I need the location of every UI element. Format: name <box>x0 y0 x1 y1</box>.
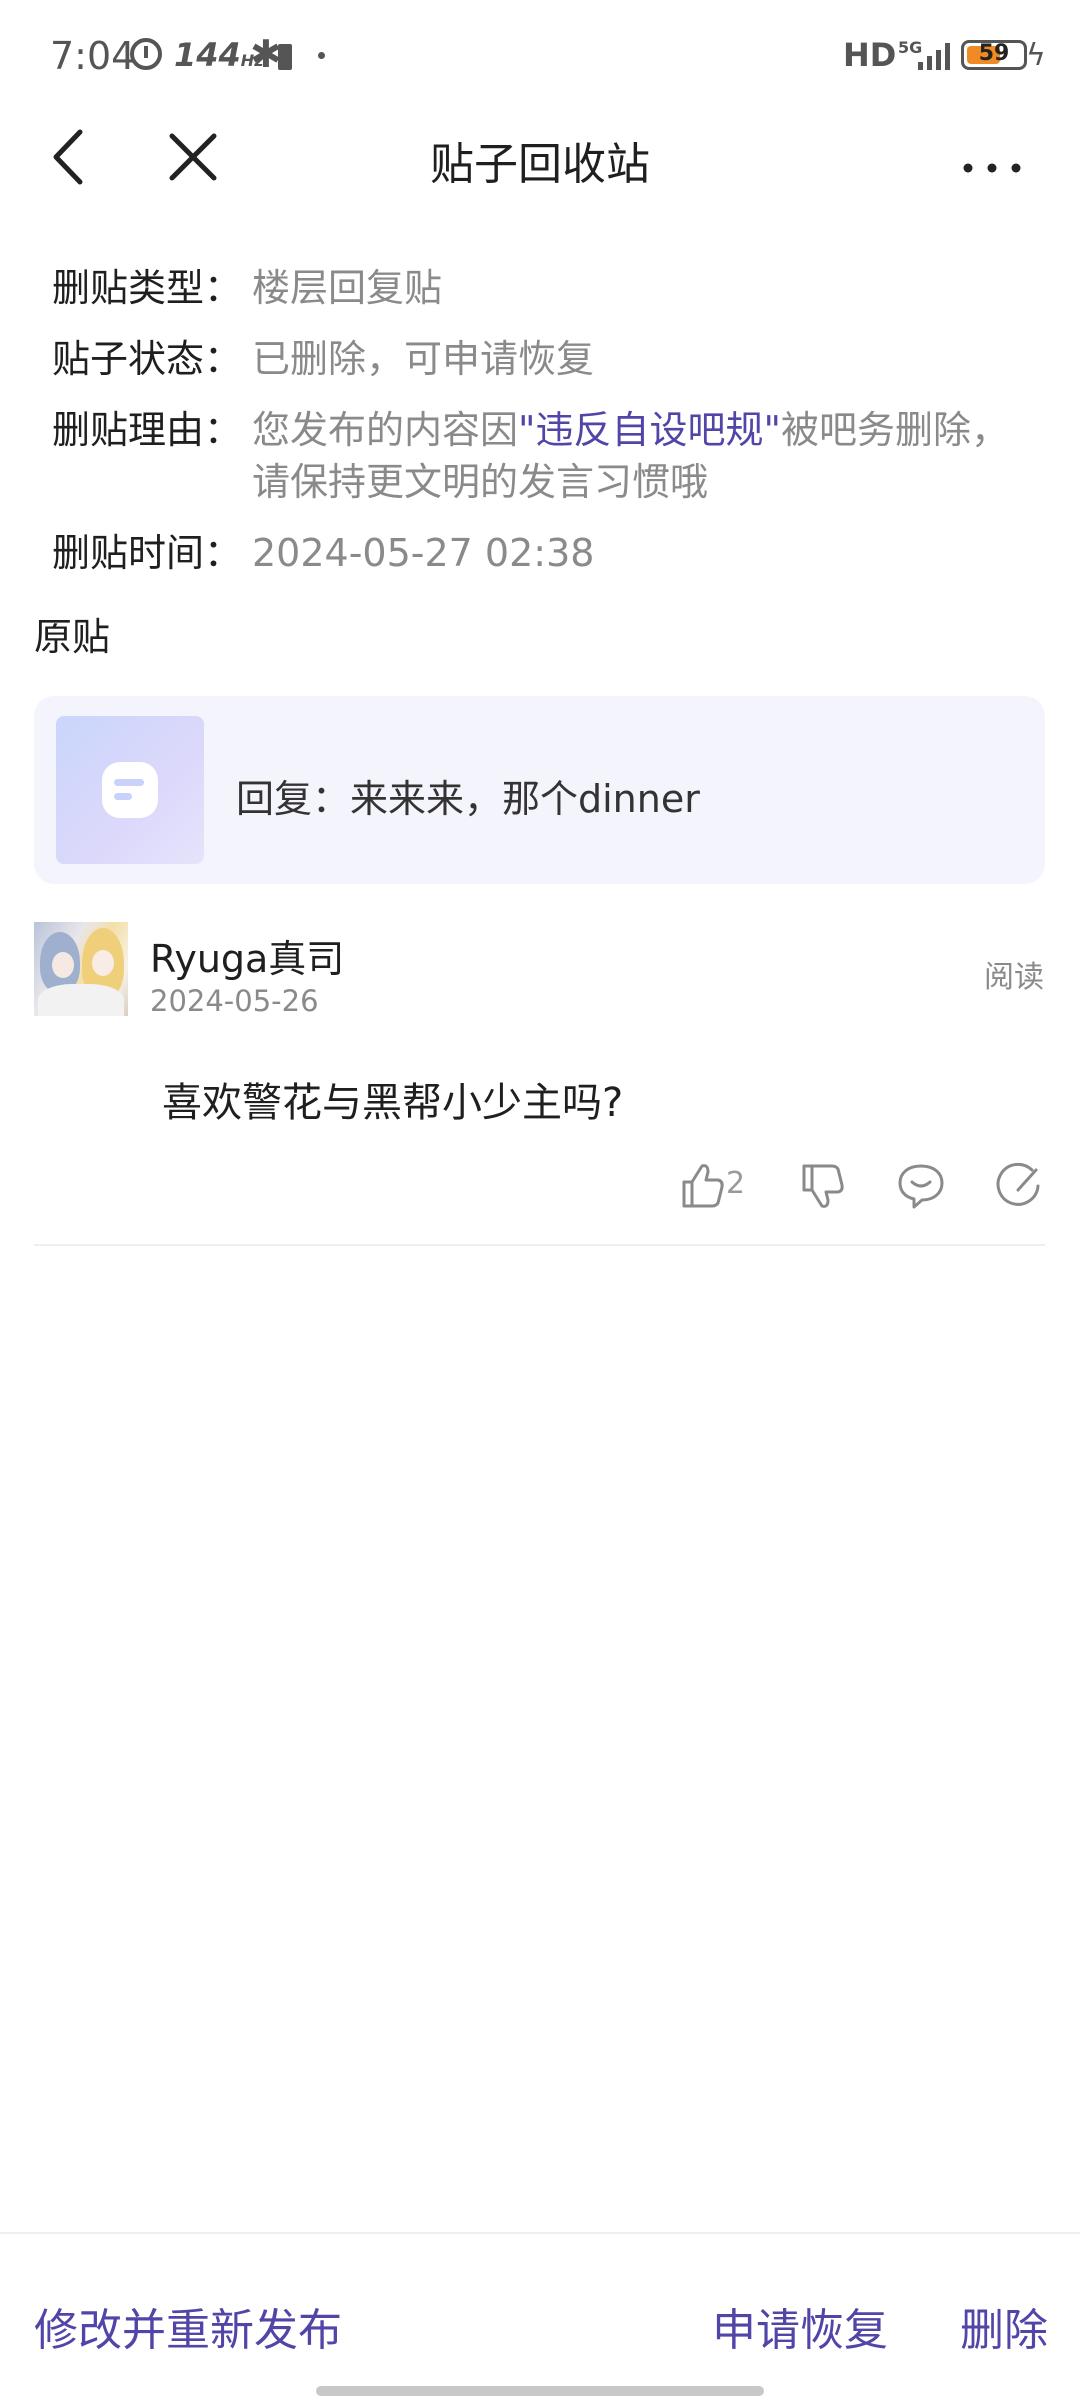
type-label: 删贴类型： <box>52 266 243 310</box>
thumbs-down-icon[interactable] <box>800 1160 846 1212</box>
edit-republish-button[interactable]: 修改并重新发布 <box>34 2294 342 2358</box>
avatar[interactable] <box>34 922 128 1016</box>
home-indicator[interactable] <box>316 2386 764 2396</box>
reason-label: 删贴理由： <box>52 408 243 452</box>
divider <box>34 1244 1045 1246</box>
notification-dot-icon <box>318 52 325 59</box>
network-hd: HD <box>843 36 897 74</box>
battery-icon: 59 <box>961 40 1027 70</box>
request-restore-button[interactable]: 申请恢复 <box>712 2294 888 2358</box>
read-button[interactable]: 阅读 <box>984 952 1044 996</box>
status-value: 已删除，可申请恢复 <box>252 337 595 381</box>
info-row-status: 贴子状态： 已删除，可申请恢复 <box>52 333 1042 385</box>
delete-button[interactable]: 删除 <box>960 2294 1048 2358</box>
bottom-action-bar: 修改并重新发布 申请恢复 删除 <box>0 2232 1080 2402</box>
battery-level: 59 <box>978 41 1010 66</box>
post-thumbnail <box>56 716 204 864</box>
nav-bar: 贴子回收站 <box>0 110 1080 202</box>
device-battery-icon <box>278 44 292 70</box>
edit-icon[interactable] <box>996 1160 1044 1212</box>
signal-icon <box>918 42 952 70</box>
info-row-reason: 删贴理由： 您发布的内容因"违反自设吧规"被吧务删除，请保持更文明的发言习惯哦 <box>52 404 1042 508</box>
post-placeholder-icon <box>102 762 158 818</box>
reason-value: 您发布的内容因"违反自设吧规"被吧务删除，请保持更文明的发言习惯哦 <box>252 404 1042 508</box>
info-row-time: 删贴时间： 2024-05-27 02:38 <box>52 527 1042 579</box>
status-bar: 7:04 144Hz ✱ HD 5G 59 ϟ <box>0 0 1080 110</box>
status-time: 7:04 <box>50 34 136 78</box>
alarm-icon <box>130 38 162 70</box>
page-title: 贴子回收站 <box>430 139 650 190</box>
type-value: 楼层回复贴 <box>252 266 443 310</box>
original-post-text: 回复：来来来，那个dinner <box>236 777 700 821</box>
time-value: 2024-05-27 02:38 <box>252 531 595 575</box>
like-count: 2 <box>726 1166 746 1201</box>
info-row-type: 删贴类型： 楼层回复贴 <box>52 262 1042 314</box>
original-post-title: 原贴 <box>34 615 111 659</box>
more-horizontal-icon[interactable] <box>950 122 1040 192</box>
reply-username[interactable]: Ryuga真司 <box>150 928 344 983</box>
reply-date: 2024-05-26 <box>150 984 319 1018</box>
reason-prefix: 您发布的内容因 <box>252 408 519 452</box>
thumbs-up-icon[interactable] <box>680 1160 726 1212</box>
rules-link[interactable]: "违反自设吧规" <box>518 408 781 452</box>
refresh-rate-value: 144 <box>174 36 241 74</box>
time-label: 删贴时间： <box>52 531 243 575</box>
reply-body: 喜欢警花与黑帮小少主吗? <box>162 1080 624 1126</box>
comment-icon[interactable] <box>896 1160 946 1212</box>
deletion-info: 删贴类型： 楼层回复贴 贴子状态： 已删除，可申请恢复 删贴理由： 您发布的内容… <box>52 262 1042 598</box>
status-label: 贴子状态： <box>52 337 243 381</box>
original-post-card[interactable]: 回复：来来来，那个dinner <box>34 696 1045 884</box>
charging-icon: ϟ <box>1026 38 1046 73</box>
